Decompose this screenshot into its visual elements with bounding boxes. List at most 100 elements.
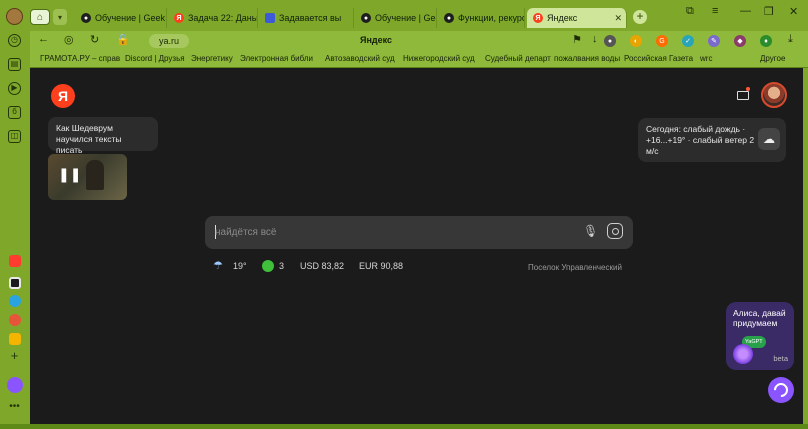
add-icon[interactable]: + bbox=[8, 349, 21, 364]
alice-promo-text: Алиса, давай придумаем bbox=[733, 308, 786, 328]
home-icon[interactable]: ⌂ bbox=[30, 9, 50, 25]
tab-favicon: Я bbox=[533, 13, 543, 23]
bookmark-item[interactable]: Нижегородский суд bbox=[403, 54, 475, 63]
figma-app-icon[interactable] bbox=[9, 277, 21, 289]
mail-icon[interactable] bbox=[737, 91, 749, 100]
bookmarks-other[interactable]: Другое bbox=[760, 54, 785, 63]
bookmark-item[interactable]: Судебный департ bbox=[485, 54, 551, 63]
url-field[interactable]: ya.ru bbox=[149, 34, 189, 48]
sidebar: ◷ ▤ ▶ б ◫ + ••• bbox=[0, 31, 30, 429]
video-thumbnail[interactable]: ❚❚ bbox=[48, 154, 127, 200]
extension-icon[interactable]: ✎ bbox=[708, 35, 720, 47]
tab-favicon: ● bbox=[81, 13, 91, 23]
tab-label: Обучение | Geek bbox=[95, 13, 166, 23]
extension-icon[interactable]: ◆ bbox=[734, 35, 746, 47]
menu-icon[interactable]: ≡ bbox=[712, 5, 718, 17]
extension-icon[interactable]: ♦ bbox=[760, 35, 772, 47]
tab-favicon: Я bbox=[174, 13, 184, 23]
mail-app-icon[interactable] bbox=[9, 333, 21, 345]
close-icon[interactable]: ✕ bbox=[614, 13, 622, 24]
bookmark-item[interactable]: Электронная библи bbox=[240, 54, 313, 63]
weather-card[interactable]: Сегодня: слабый дождь · +16...+19° · сла… bbox=[638, 118, 786, 162]
profile-avatar[interactable] bbox=[6, 8, 23, 25]
tab-favicon: ● bbox=[444, 13, 454, 23]
bookmark-item[interactable]: Российская Газета bbox=[624, 54, 693, 63]
tab-functions[interactable]: ● Функции, рекурс bbox=[438, 8, 525, 28]
location[interactable]: Поселок Управленческий bbox=[528, 263, 622, 272]
app-icon[interactable] bbox=[9, 314, 21, 326]
new-tab-button[interactable]: + bbox=[633, 10, 647, 24]
bookmark-item[interactable]: wrc bbox=[700, 54, 712, 63]
bookmark-item[interactable]: Энергетику bbox=[191, 54, 233, 63]
alice-promo-card[interactable]: Алиса, давай придумаем YaGPT beta bbox=[726, 302, 794, 370]
bookmarks-bar: ГРАМОТА.РУ – справ Discord | Друзья Энер… bbox=[30, 51, 808, 68]
alice-orb-icon bbox=[733, 344, 753, 364]
search-input[interactable] bbox=[215, 224, 555, 240]
tab-label: Задача 22: Даны bbox=[188, 13, 258, 23]
page-title: Яндекс bbox=[360, 35, 393, 45]
download-arrow-icon[interactable]: ⤓ bbox=[788, 33, 793, 46]
extension-icon[interactable]: G bbox=[656, 35, 668, 47]
reload-icon[interactable]: ↻ bbox=[90, 33, 99, 46]
weather-icon: ☂ bbox=[213, 260, 223, 272]
more-icon[interactable]: ••• bbox=[8, 402, 21, 415]
maximize-icon[interactable]: ❐ bbox=[764, 5, 774, 18]
eur-rate[interactable]: EUR 90,88 bbox=[359, 261, 403, 271]
bookmark-item[interactable]: пожалвания воды bbox=[554, 54, 620, 63]
tab-geek-1[interactable]: ● Обучение | Geek bbox=[75, 8, 167, 28]
user-avatar[interactable] bbox=[761, 82, 787, 108]
back-icon[interactable]: ← bbox=[38, 33, 49, 45]
search-box[interactable]: 🎙 bbox=[205, 216, 633, 249]
lock-icon: 🔒 bbox=[116, 34, 130, 46]
downloads-icon[interactable]: ↓ bbox=[592, 33, 598, 45]
screenshot-icon[interactable]: ◫ bbox=[8, 130, 21, 143]
chevron-down-icon[interactable]: ▾ bbox=[53, 9, 67, 25]
rain-cloud-icon: ☁ bbox=[758, 128, 780, 150]
video-person bbox=[86, 160, 104, 190]
alice-button[interactable] bbox=[768, 377, 794, 403]
traffic-score[interactable]: 3 bbox=[279, 261, 284, 271]
extension-icon[interactable]: ◐ bbox=[630, 35, 642, 47]
music-app-icon[interactable] bbox=[9, 255, 21, 267]
bookmark-icon[interactable]: ⚑ bbox=[572, 33, 582, 46]
tab-label: Обучение | Geek bbox=[375, 13, 436, 23]
window-bottom-edge bbox=[0, 424, 808, 429]
temperature[interactable]: 19° bbox=[233, 261, 247, 271]
telegram-app-icon[interactable] bbox=[9, 295, 21, 307]
beta-label: beta bbox=[773, 354, 788, 363]
tab-favicon: ● bbox=[361, 13, 371, 23]
close-window-icon[interactable]: ✕ bbox=[789, 5, 798, 18]
microphone-icon[interactable]: 🎙 bbox=[583, 224, 598, 238]
usd-rate[interactable]: USD 83,82 bbox=[300, 261, 344, 271]
yandex-logo[interactable]: Я bbox=[51, 84, 75, 108]
tab-task-22[interactable]: Я Задача 22: Даны bbox=[168, 8, 258, 28]
history-icon[interactable]: ◷ bbox=[8, 34, 21, 47]
pause-icon[interactable]: ❚❚ bbox=[58, 166, 81, 183]
minimize-icon[interactable]: — bbox=[740, 5, 751, 17]
extension-icon[interactable]: ✓ bbox=[682, 35, 694, 47]
notification-dot bbox=[746, 87, 750, 91]
tab-geek-2[interactable]: ● Обучение | Geek bbox=[355, 8, 437, 28]
tab-favicon bbox=[265, 13, 275, 23]
tab-label: Функции, рекурс bbox=[458, 13, 525, 23]
story-card[interactable]: Как Шедеврум научился тексты писать bbox=[48, 117, 158, 155]
story-text: Как Шедеврум научился тексты писать bbox=[56, 123, 122, 155]
browser-window: ⌂ ▾ ● Обучение | Geek Я Задача 22: Даны … bbox=[0, 0, 808, 429]
bookmark-item[interactable]: Автозаводский суд bbox=[325, 54, 395, 63]
weather-text: Сегодня: слабый дождь · +16...+19° · сла… bbox=[646, 124, 755, 156]
protect-icon[interactable]: ◎ bbox=[64, 33, 74, 46]
tab-zadaetsya[interactable]: Задавается вы bbox=[259, 8, 354, 28]
bookmark-item[interactable]: ГРАМОТА.РУ – справ bbox=[40, 54, 120, 63]
alice-icon[interactable] bbox=[7, 377, 23, 393]
collections-icon[interactable]: ▤ bbox=[8, 58, 21, 71]
tab-label: Яндекс bbox=[547, 13, 578, 23]
extension-icon[interactable]: ● bbox=[604, 35, 616, 47]
new-tab-page: Я Как Шедеврум научился тексты писать ❚❚… bbox=[30, 68, 803, 424]
play-icon[interactable]: ▶ bbox=[8, 82, 21, 95]
address-bar: ← ◎ ↻ 🔒 ya.ru Яндекс ⚑ ↓ ● ◐ G ✓ ✎ ◆ ♦ ⤓ bbox=[30, 31, 808, 51]
tab-yandex[interactable]: Я Яндекс ✕ bbox=[527, 8, 627, 28]
camera-search-icon[interactable] bbox=[607, 223, 623, 239]
tab-layout-icon[interactable]: ⧉ bbox=[686, 5, 694, 18]
bookmark-item[interactable]: Discord | Друзья bbox=[125, 54, 185, 63]
notes-icon[interactable]: б bbox=[8, 106, 21, 119]
